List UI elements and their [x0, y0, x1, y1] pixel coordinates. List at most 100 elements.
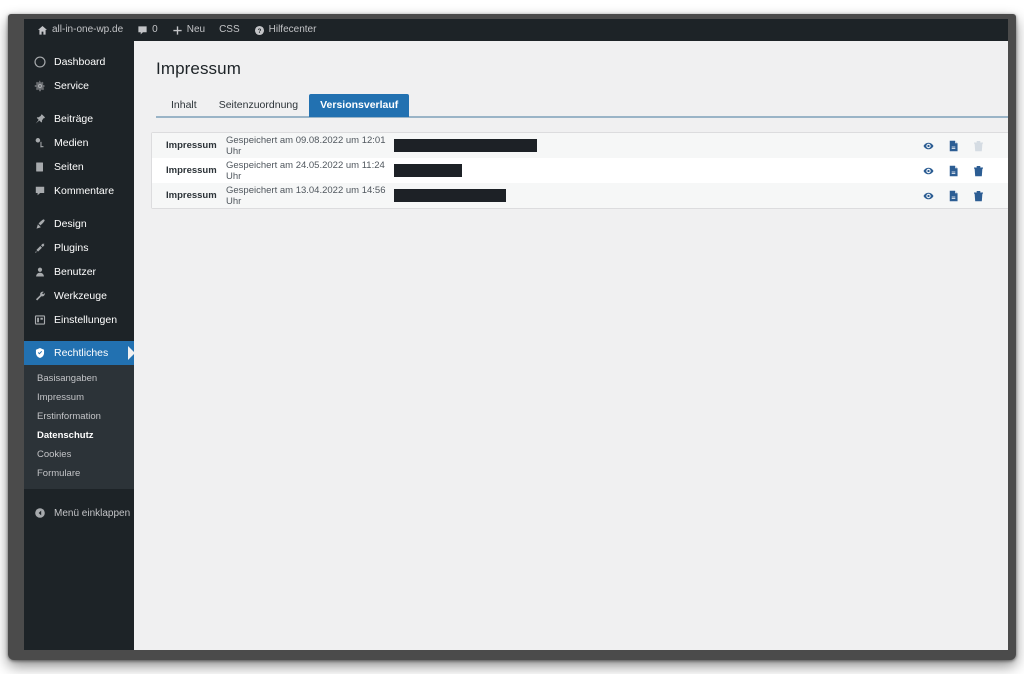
sidebar-item-benutzer[interactable]: Benutzer: [24, 260, 134, 284]
plug-icon: [33, 242, 46, 255]
menu-group-content: Beiträge Medien Seiten Kommentare: [24, 107, 134, 203]
adminbar-css-label: CSS: [219, 24, 240, 35]
adminbar-site-name: all-in-one-wp.de: [52, 24, 124, 35]
sidebar-item-kommentare[interactable]: Kommentare: [24, 179, 134, 203]
collapse-menu-button[interactable]: Menü einklappen: [24, 501, 134, 525]
submenu-item-cookies[interactable]: Cookies: [24, 445, 134, 464]
row-actions: [923, 190, 1008, 202]
trash-icon[interactable]: [973, 190, 984, 202]
adminbar-comments-count: 0: [152, 24, 158, 35]
collapse-menu-label: Menü einklappen: [54, 507, 131, 519]
admin-sidebar: Dashboard Service Beiträge Medien Seiten…: [24, 41, 135, 650]
sidebar-item-label: Dashboard: [54, 56, 106, 68]
trash-icon[interactable]: [973, 165, 984, 177]
user-icon: [33, 266, 46, 279]
sidebar-item-label: Medien: [54, 137, 89, 149]
adminbar-helpcenter-label: Hilfecenter: [268, 24, 317, 35]
sidebar-item-label: Seiten: [54, 161, 84, 173]
document-icon[interactable]: [948, 140, 959, 152]
media-icon: [33, 137, 46, 150]
sidebar-item-label: Kommentare: [54, 185, 115, 197]
collapse-arrow-icon: [33, 507, 46, 519]
sidebar-item-dashboard[interactable]: Dashboard: [24, 50, 134, 74]
submenu-item-formulare[interactable]: Formulare: [24, 464, 134, 483]
page-icon: [33, 161, 46, 174]
brush-icon: [33, 218, 46, 231]
submenu-rechtliches: Basisangaben Impressum Erstinformation D…: [24, 365, 134, 489]
sidebar-item-label: Werkzeuge: [54, 290, 107, 302]
sidebar-item-beitraege[interactable]: Beiträge: [24, 107, 134, 131]
table-row[interactable]: Impressum Gespeichert am 13.04.2022 um 1…: [152, 183, 1008, 208]
sidebar-item-label: Plugins: [54, 242, 89, 254]
svg-text:?: ?: [257, 27, 261, 34]
tab-inhalt[interactable]: Inhalt: [160, 94, 208, 117]
window-content: all-in-one-wp.de 0 Neu CSS ? Hilfecenter…: [24, 19, 1008, 650]
sidebar-item-label: Service: [54, 80, 90, 92]
sidebar-item-design[interactable]: Design: [24, 212, 134, 236]
tab-bar: Inhalt Seitenzuordnung Versionsverlauf: [156, 93, 1008, 118]
row-redaction: [390, 189, 923, 202]
row-actions: [923, 140, 1008, 152]
submenu-item-erstinformation[interactable]: Erstinformation: [24, 407, 134, 426]
preview-icon[interactable]: [923, 190, 934, 202]
document-icon[interactable]: [948, 190, 959, 202]
row-date: Gespeichert am 24.05.2022 um 11:24 Uhr: [226, 159, 385, 182]
sidebar-item-rechtliches[interactable]: Rechtliches: [24, 341, 135, 365]
preview-icon[interactable]: [923, 165, 934, 177]
submenu-item-impressum[interactable]: Impressum: [24, 388, 134, 407]
sidebar-item-plugins[interactable]: Plugins: [24, 236, 134, 260]
row-redaction: [390, 164, 923, 177]
sidebar-item-medien[interactable]: Medien: [24, 131, 134, 155]
question-mark-icon: ?: [254, 25, 265, 36]
sidebar-item-label: Rechtliches: [54, 347, 109, 359]
table-row[interactable]: Impressum Gespeichert am 09.08.2022 um 1…: [152, 133, 1008, 158]
redaction-bar: [394, 164, 462, 177]
row-date: Gespeichert am 13.04.2022 um 14:56 Uhr: [226, 184, 386, 207]
sidebar-item-seiten[interactable]: Seiten: [24, 155, 134, 179]
redaction-bar: [394, 189, 506, 202]
menu-group-admin: Design Plugins Benutzer Werkzeuge Einste…: [24, 212, 134, 332]
main-content: Impressum Inhalt Seitenzuordnung Version…: [134, 41, 1008, 650]
row-title: Impressum: [166, 140, 217, 151]
tab-versionsverlauf[interactable]: Versionsverlauf: [309, 94, 410, 117]
sidebar-item-einstellungen[interactable]: Einstellungen: [24, 308, 134, 332]
sidebar-item-werkzeuge[interactable]: Werkzeuge: [24, 284, 134, 308]
admin-bar: all-in-one-wp.de 0 Neu CSS ? Hilfecenter: [24, 19, 1008, 41]
sliders-icon: [33, 314, 46, 327]
gear-icon: [33, 80, 46, 93]
row-title: Impressum: [166, 190, 217, 201]
adminbar-comments[interactable]: 0: [130, 19, 165, 41]
plus-icon: [172, 25, 183, 36]
adminbar-css[interactable]: CSS: [212, 19, 247, 41]
dashboard-icon: [33, 56, 46, 69]
preview-icon[interactable]: [923, 140, 934, 152]
home-icon: [37, 25, 48, 36]
menu-group-primary: Dashboard Service: [24, 50, 134, 98]
shield-icon: [33, 347, 46, 360]
adminbar-new[interactable]: Neu: [165, 19, 212, 41]
document-icon[interactable]: [948, 165, 959, 177]
browser-window-frame: all-in-one-wp.de 0 Neu CSS ? Hilfecenter…: [8, 14, 1016, 660]
row-actions: [923, 165, 1008, 177]
sidebar-item-service[interactable]: Service: [24, 74, 134, 98]
submenu-item-datenschutz[interactable]: Datenschutz: [24, 426, 134, 445]
table-row[interactable]: Impressum Gespeichert am 24.05.2022 um 1…: [152, 158, 1008, 183]
row-title: Impressum: [166, 165, 217, 176]
adminbar-site-link[interactable]: all-in-one-wp.de: [30, 19, 130, 41]
tab-seitenzuordnung[interactable]: Seitenzuordnung: [208, 94, 309, 117]
page-title: Impressum: [156, 59, 241, 78]
adminbar-helpcenter[interactable]: ? Hilfecenter: [247, 19, 324, 41]
adminbar-new-label: Neu: [186, 24, 206, 35]
wrench-icon: [33, 290, 46, 303]
sidebar-item-label: Design: [54, 218, 87, 230]
row-redaction: [390, 139, 923, 152]
sidebar-item-label: Benutzer: [54, 266, 97, 278]
pin-icon: [33, 113, 46, 126]
trash-icon: [973, 140, 984, 152]
submenu-item-basisangaben[interactable]: Basisangaben: [24, 369, 134, 388]
sidebar-item-label: Einstellungen: [54, 314, 118, 326]
comment-bubble-icon: [137, 25, 148, 36]
redaction-bar: [394, 139, 537, 152]
sidebar-item-label: Beiträge: [54, 113, 94, 125]
row-date: Gespeichert am 09.08.2022 um 12:01 Uhr: [226, 134, 386, 157]
